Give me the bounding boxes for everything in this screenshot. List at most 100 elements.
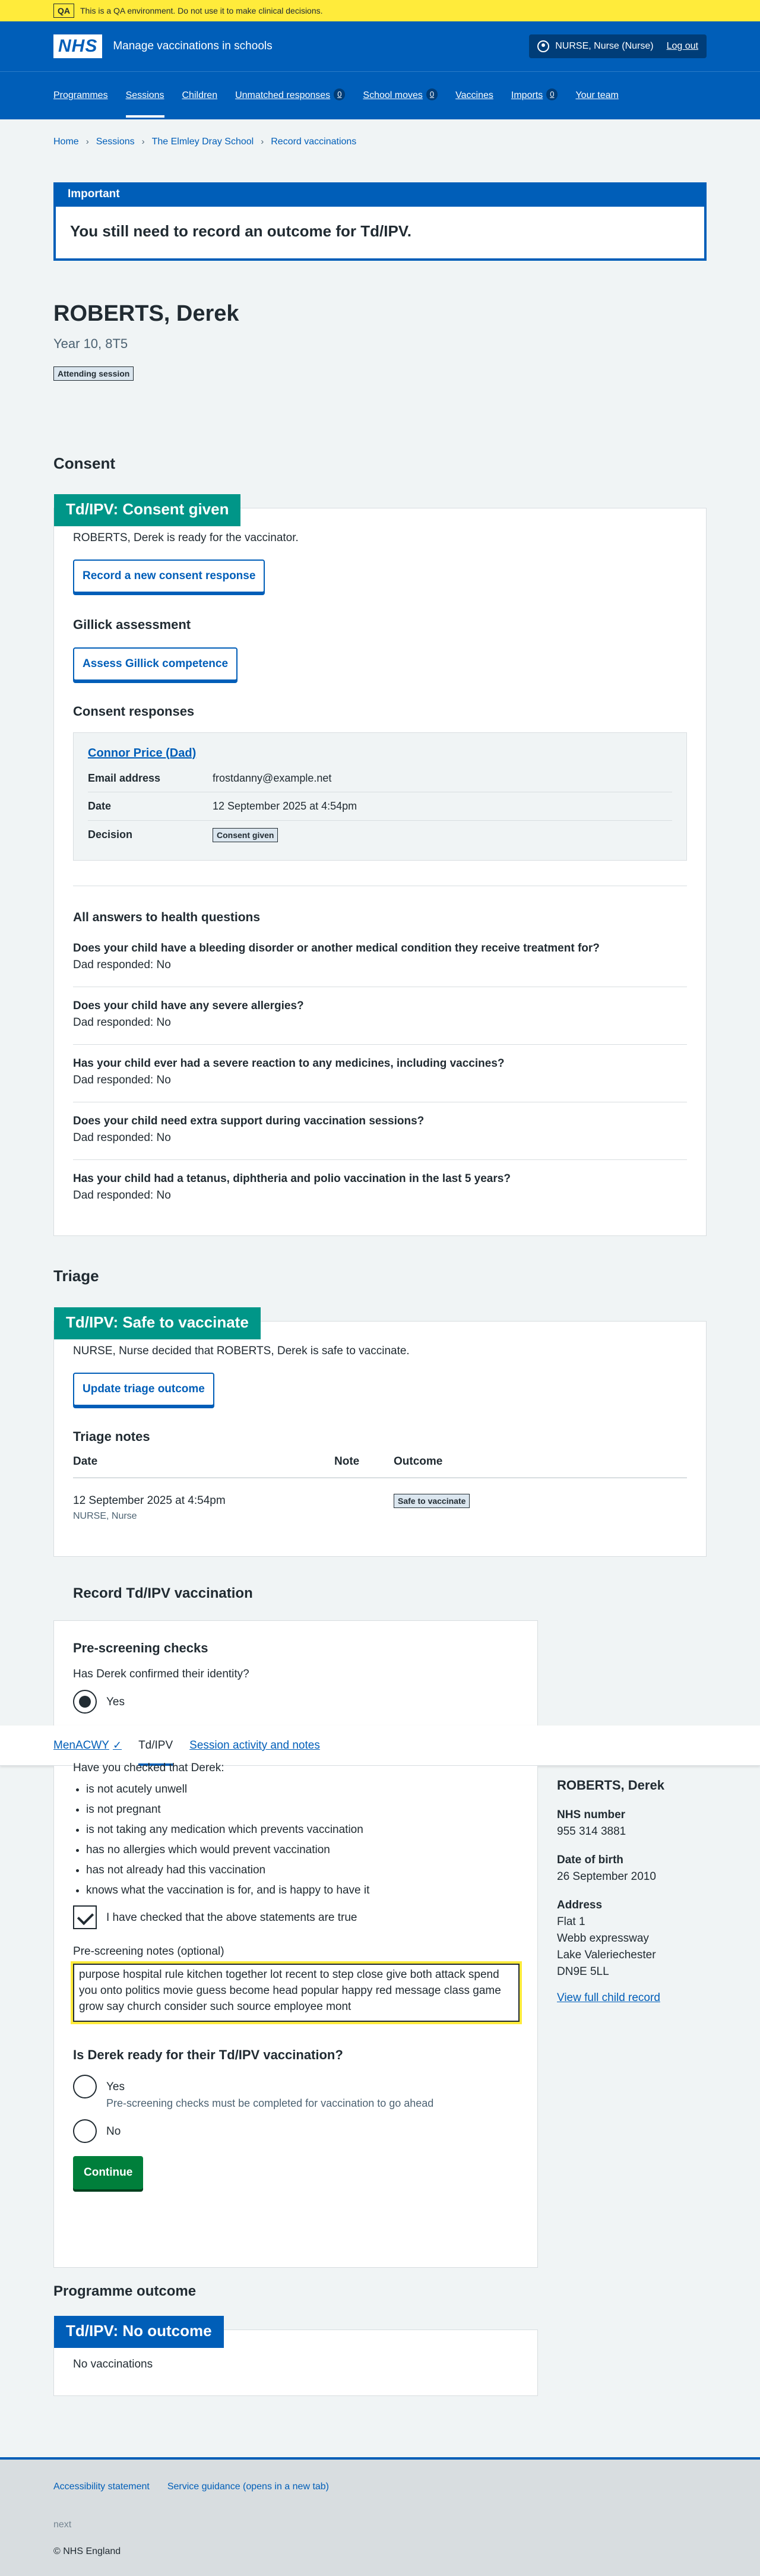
list-item: knows what the vaccination is for, and i…	[86, 1882, 537, 1899]
ready-no-option[interactable]: No	[73, 2119, 518, 2144]
column-header: Date	[73, 1446, 334, 1478]
ready-yes-radio[interactable]	[73, 2074, 97, 2098]
breadcrumb-home[interactable]: Home	[53, 135, 79, 149]
triage-by: NURSE, Nurse	[73, 1510, 137, 1521]
nav-programmes[interactable]: Programmes	[53, 88, 108, 112]
record-vaccination-heading: Record Td/IPV vaccination	[73, 1585, 253, 1601]
triage-notes-heading: Triage notes	[73, 1428, 150, 1444]
nav-vaccines[interactable]: Vaccines	[455, 88, 493, 112]
column-header: Outcome	[394, 1446, 687, 1478]
nav-school-moves[interactable]: School moves 0	[363, 88, 438, 112]
triage-date: 12 September 2025 at 4:54pm	[73, 1494, 226, 1507]
view-child-record-link[interactable]: View full child record	[557, 1990, 711, 2006]
list-item: is not pregnant	[86, 1801, 537, 1818]
health-questions-list: Does your child have a bleeding disorder…	[73, 930, 687, 1216]
consent-card-title: Td/IPV: Consent given	[54, 494, 241, 527]
parent-email: frostdanny@example.net	[213, 772, 332, 785]
patient-year-group: Year 10, 8T5	[53, 336, 128, 351]
breadcrumb-school[interactable]: The Elmley Dray School	[152, 135, 254, 149]
consent-heading: Consent	[53, 454, 115, 472]
checked-question: Have you checked that Derek:	[73, 1762, 224, 1774]
consent-responses-heading: Consent responses	[73, 704, 195, 719]
user-icon	[537, 40, 550, 52]
triage-card-title: Td/IPV: Safe to vaccinate	[54, 1307, 261, 1339]
important-heading: Important	[56, 184, 704, 207]
outcome-card-title: Td/IPV: No outcome	[54, 2316, 224, 2349]
important-notice: Important You still need to record an ou…	[53, 182, 707, 261]
nav-unmatched-responses[interactable]: Unmatched responses 0	[235, 88, 346, 112]
site-footer: Accessibility statement Service guidance…	[0, 2457, 760, 2576]
patient-sidebar: ROBERTS, Derek NHS number 955 314 3881 D…	[557, 1776, 711, 2006]
health-question: Does your child need extra support durin…	[73, 1102, 687, 1160]
consent-card: Td/IPV: Consent given ROBERTS, Derek is …	[53, 494, 707, 1237]
site-header: NHS Manage vaccinations in schools NURSE…	[0, 21, 760, 119]
triage-card: Td/IPV: Safe to vaccinate NURSE, Nurse d…	[53, 1307, 707, 1557]
logout-link[interactable]: Log out	[667, 39, 698, 53]
confirm-checks-checkbox[interactable]	[73, 1905, 97, 1930]
accessibility-link[interactable]: Accessibility statement	[53, 2480, 150, 2494]
list-item: has not already had this vaccination	[86, 1862, 537, 1879]
continue-button[interactable]: Continue	[73, 2156, 144, 2189]
qa-tag: QA	[53, 3, 74, 18]
nav-count: 0	[546, 88, 558, 100]
address-line: Webb expressway	[557, 1932, 649, 1945]
chevron-right-icon: ›	[141, 136, 145, 147]
triage-note	[334, 1478, 394, 1537]
breadcrumb-record-vaccinations[interactable]: Record vaccinations	[271, 135, 356, 149]
prescreen-notes-textarea[interactable]: purpose hospital rule kitchen together l…	[73, 1964, 520, 2022]
version-label: next	[53, 2519, 72, 2530]
triage-decision-text: NURSE, Nurse decided that ROBERTS, Derek…	[73, 1344, 410, 1357]
nav-children[interactable]: Children	[182, 88, 218, 112]
update-triage-button[interactable]: Update triage outcome	[73, 1372, 214, 1406]
health-question: Has your child ever had a severe reactio…	[73, 1045, 687, 1102]
identity-yes-radio[interactable]	[73, 1690, 97, 1714]
triage-outcome-tag: Safe to vaccinate	[394, 1493, 470, 1508]
consent-response-card: Connor Price (Dad) Email address frostda…	[73, 732, 687, 861]
nav-your-team[interactable]: Your team	[575, 88, 618, 112]
triage-heading: Triage	[53, 1267, 99, 1285]
sidebar-name: ROBERTS, Derek	[557, 1778, 664, 1793]
prescreen-card-continued: Have you checked that Derek: is not acut…	[53, 1762, 538, 2268]
identity-question: Has Derek confirmed their identity?	[73, 1668, 249, 1681]
programme-outcome-heading: Programme outcome	[53, 2283, 197, 2299]
user-account: NURSE, Nurse (Nurse) Log out	[529, 34, 707, 58]
decision-tag: Consent given	[213, 827, 278, 842]
chevron-right-icon: ›	[86, 136, 89, 147]
record-consent-button[interactable]: Record a new consent response	[73, 560, 265, 593]
summary-row: Date 12 September 2025 at 4:54pm	[88, 792, 672, 821]
confirm-checks-option[interactable]: I have checked that the above statements…	[73, 1905, 518, 1930]
consent-ready-text: ROBERTS, Derek is ready for the vaccinat…	[73, 532, 299, 545]
important-message: You still need to record an outcome for …	[70, 222, 411, 241]
health-question: Does your child have a bleeding disorder…	[73, 930, 687, 988]
identity-yes-option[interactable]: Yes	[73, 1690, 518, 1714]
list-item: is not acutely unwell	[86, 1781, 537, 1798]
ready-yes-option[interactable]: Yes Pre-screening checks must be complet…	[73, 2074, 518, 2111]
notes-label: Pre-screening notes (optional)	[73, 1945, 224, 1958]
prescreen-card: Pre-screening checks Has Derek confirmed…	[53, 1620, 538, 1727]
list-item: has no allergies which would prevent vac…	[86, 1842, 537, 1858]
gillick-heading: Gillick assessment	[73, 617, 191, 633]
prescreen-heading: Pre-screening checks	[73, 1641, 208, 1655]
nhs-number: 955 314 3881	[557, 1825, 626, 1838]
session-status-tag: Attending session	[53, 366, 134, 381]
ready-no-radio[interactable]	[73, 2119, 97, 2144]
primary-nav: Programmes Sessions Children Unmatched r…	[0, 71, 760, 119]
triage-notes-table: Date Note Outcome 12 September 2025 at 4…	[73, 1446, 687, 1537]
list-item: is not taking any medication which preve…	[86, 1822, 537, 1838]
nav-imports[interactable]: Imports 0	[511, 88, 558, 112]
tick-icon: ✓	[112, 1739, 122, 1752]
nhs-logo[interactable]: NHS	[53, 34, 103, 58]
user-name: NURSE, Nurse (Nurse)	[555, 41, 654, 52]
service-guidance-link[interactable]: Service guidance (opens in a new tab)	[167, 2480, 329, 2494]
qa-banner-text: This is a QA environment. Do not use it …	[80, 5, 323, 15]
service-name[interactable]: Manage vaccinations in schools	[113, 38, 272, 55]
breadcrumb: Home › Sessions › The Elmley Dray School…	[0, 119, 760, 165]
assess-gillick-button[interactable]: Assess Gillick competence	[73, 647, 238, 681]
parent-name-link[interactable]: Connor Price (Dad)	[88, 747, 196, 760]
address-line: Flat 1	[557, 1915, 585, 1928]
breadcrumb-sessions[interactable]: Sessions	[96, 135, 135, 149]
summary-row: Decision Consent given	[88, 821, 672, 848]
address-line: DN9E 5LL	[557, 1965, 609, 1978]
nav-sessions[interactable]: Sessions	[125, 88, 164, 118]
column-header: Note	[334, 1446, 394, 1478]
